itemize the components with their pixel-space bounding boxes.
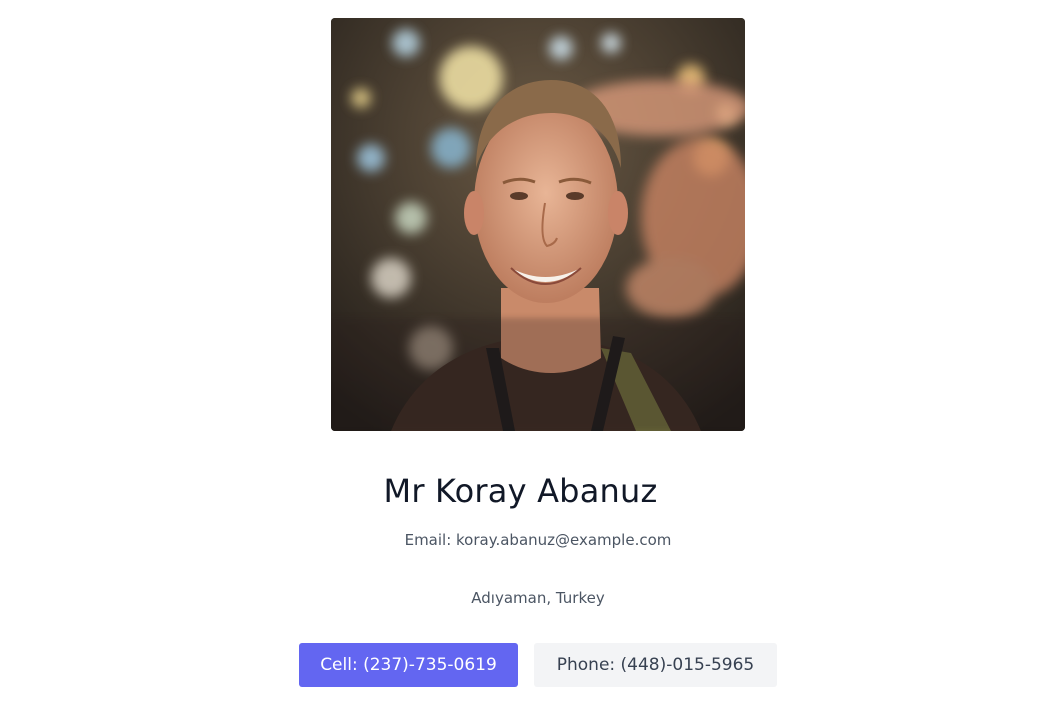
home-phone-button[interactable]: Phone: (448)-015-5965 bbox=[534, 643, 777, 687]
profile-name: Mr Koray Abanuz bbox=[383, 472, 658, 510]
profile-photo bbox=[331, 18, 745, 431]
portrait-image bbox=[331, 18, 745, 431]
profile-location: Adıyaman, Turkey bbox=[471, 589, 605, 607]
profile-email: Email: koray.abanuz@example.com bbox=[404, 531, 672, 549]
cell-phone-button[interactable]: Cell: (237)-735-0619 bbox=[299, 643, 518, 687]
profile-card: Mr Koray Abanuz Email: koray.abanuz@exam… bbox=[0, 0, 1041, 711]
